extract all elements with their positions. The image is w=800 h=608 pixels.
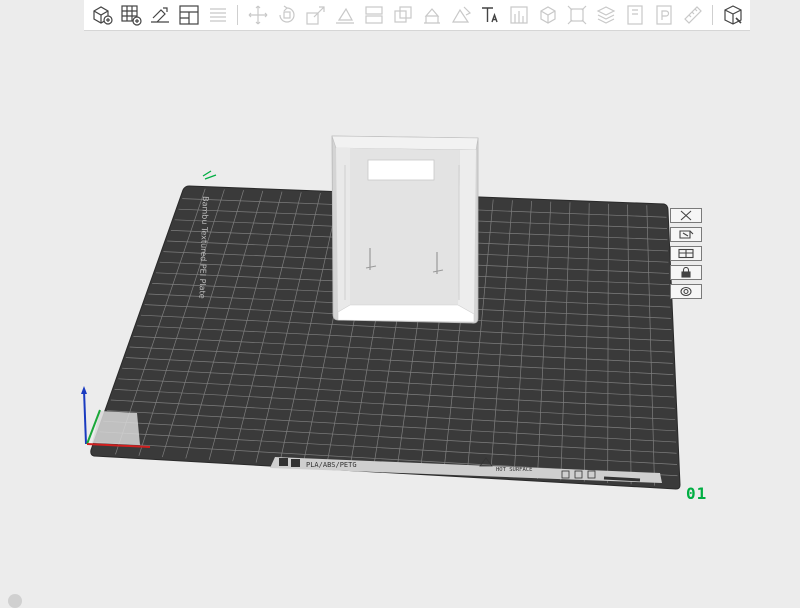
scale-icon[interactable] (302, 2, 329, 29)
z-axis-arrow (81, 386, 87, 394)
svg-icon[interactable] (621, 2, 648, 29)
view-cube-icon[interactable] (719, 2, 746, 29)
qr-icon (279, 458, 288, 466)
scene-canvas[interactable]: PLA/ABS/PETG HOT SURFACE Bambu Textured … (0, 31, 800, 600)
cut-icon[interactable] (360, 2, 387, 29)
emboss-icon[interactable] (592, 2, 619, 29)
move-icon[interactable] (244, 2, 271, 29)
mesh-icon[interactable] (534, 2, 561, 29)
excluded-area (92, 411, 140, 445)
plate-settings-button[interactable] (670, 284, 702, 299)
assembly-icon[interactable] (563, 2, 590, 29)
plate-material-label: PLA/ABS/PETG (306, 461, 357, 469)
plate-number: 01 (686, 484, 708, 503)
z-axis (83, 389, 87, 445)
support-paint-icon[interactable] (418, 2, 445, 29)
plate-close-button[interactable] (670, 208, 702, 223)
text-icon[interactable] (476, 2, 503, 29)
plate-lock-button[interactable] (670, 265, 702, 280)
top-toolbar (84, 0, 750, 31)
status-indicator (8, 594, 22, 608)
plate-orient-button[interactable] (670, 246, 702, 261)
model-part[interactable] (331, 135, 479, 324)
list-layers-icon[interactable] (204, 2, 231, 29)
ruler-icon[interactable] (679, 2, 706, 29)
seam-paint-icon[interactable] (447, 2, 474, 29)
plate-auto-arrange-button[interactable] (670, 227, 702, 242)
toolbar-separator (237, 5, 238, 25)
grid-arrange-icon[interactable] (117, 2, 144, 29)
place-on-face-icon[interactable] (331, 2, 358, 29)
auto-orient-icon[interactable] (146, 2, 173, 29)
layout-panel-icon[interactable] (175, 2, 202, 29)
add-cube-icon[interactable] (88, 2, 115, 29)
3d-viewport[interactable]: PLA/ABS/PETG HOT SURFACE Bambu Textured … (0, 31, 800, 600)
plate-marker-icon (202, 170, 217, 180)
rotate-icon[interactable] (273, 2, 300, 29)
lay-flat-icon[interactable] (650, 2, 677, 29)
toolbar-separator (712, 5, 713, 25)
boolean-icon[interactable] (389, 2, 416, 29)
plate-strip-bar (603, 476, 641, 482)
qr-icon (291, 459, 300, 467)
plate-warning-label: HOT SURFACE (496, 467, 532, 473)
measure-icon[interactable] (505, 2, 532, 29)
